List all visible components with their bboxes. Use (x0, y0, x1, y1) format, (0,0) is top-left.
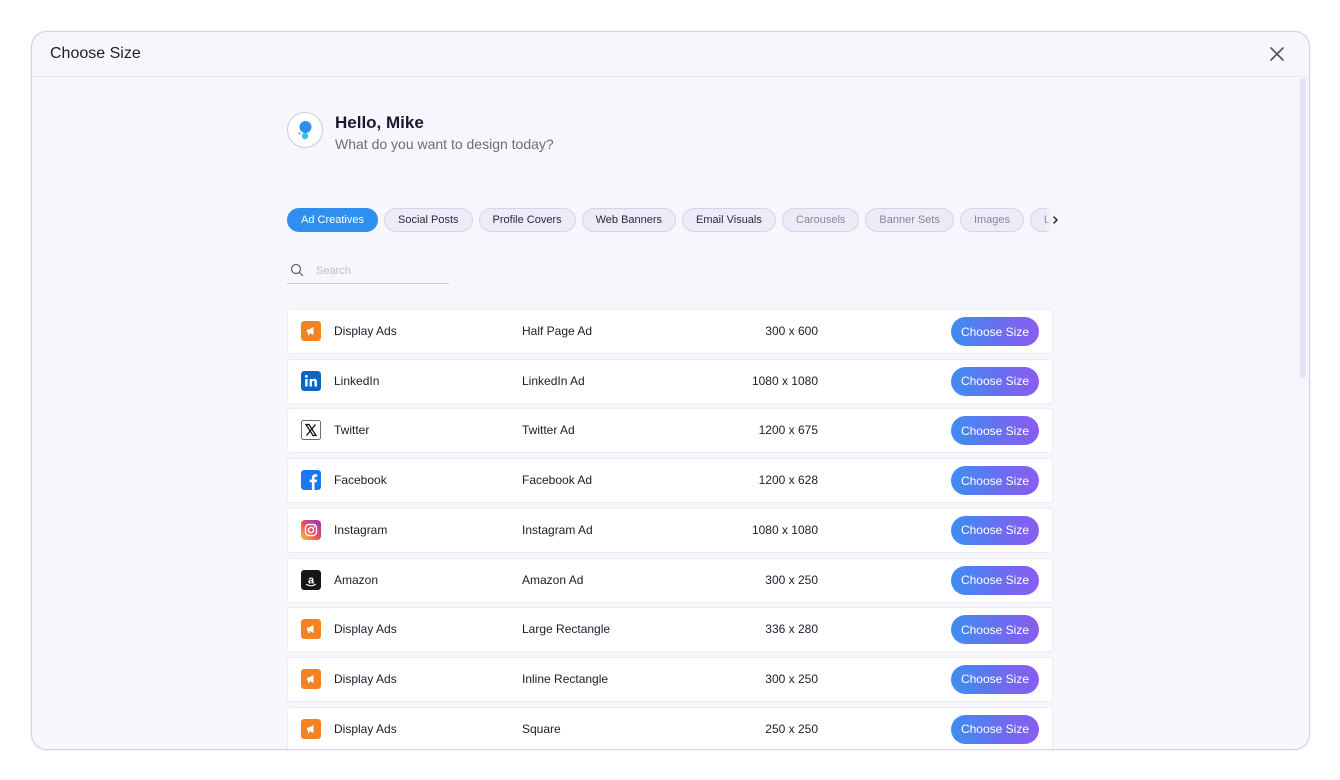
scrollbar-thumb[interactable] (1300, 78, 1306, 378)
greeting: Hello, Mike What do you want to design t… (287, 112, 787, 152)
size-row: Display Ads Square 250 x 250 Choose Size (287, 706, 1053, 749)
choose-size-button[interactable]: Choose Size (951, 466, 1039, 496)
choose-size-button[interactable]: Choose Size (951, 565, 1039, 595)
format-name: Facebook Ad (522, 473, 593, 488)
choose-size-button[interactable]: Choose Size (951, 515, 1039, 545)
tab-web-banners[interactable]: Web Banners (581, 208, 677, 232)
platform-name: Display Ads (334, 671, 397, 686)
tabs-scroll-right[interactable] (1045, 208, 1063, 232)
category-tabs: Ad Creatives Social Posts Profile Covers We… (287, 208, 1059, 232)
tab-images[interactable]: Images (959, 208, 1025, 232)
linkedin-icon (301, 370, 321, 391)
choose-size-button[interactable]: Choose Size (951, 416, 1039, 446)
search-box (287, 259, 449, 284)
size-row: Instagram Instagram Ad 1080 x 1080 Choose S… (287, 507, 1053, 553)
amazon-icon: a (301, 569, 321, 590)
megaphone-icon (301, 619, 321, 640)
tab-ad-creatives[interactable]: Ad Creatives (287, 208, 378, 232)
platform-name: Display Ads (334, 721, 397, 736)
format-name: Square (522, 721, 561, 736)
dimensions: 300 x 250 (765, 572, 818, 587)
choose-size-button[interactable]: Choose Size (951, 317, 1039, 346)
dimensions: 1200 x 675 (758, 423, 818, 438)
format-name: Large Rectangle (522, 622, 611, 637)
size-row: Twitter Twitter Ad 1200 x 675 Choose Size (287, 408, 1053, 454)
facebook-icon (301, 470, 321, 491)
platform-name: Facebook (334, 473, 387, 488)
search-input[interactable] (314, 261, 448, 281)
instagram-icon (301, 519, 321, 540)
x-twitter-icon (301, 420, 321, 441)
dimensions: 1080 x 1080 (751, 373, 818, 388)
close-icon[interactable] (1267, 44, 1287, 64)
chevron-right-icon (1053, 216, 1058, 224)
scrollbar[interactable] (1300, 78, 1306, 738)
modal-header: Choose Size (32, 32, 1309, 77)
size-row: Display Ads Inline Rectangle 300 x 250 Choo… (287, 656, 1053, 702)
avatar (287, 112, 323, 148)
format-name: Half Page Ad (522, 324, 593, 338)
megaphone-icon (301, 668, 321, 689)
assistant-logo-icon (298, 121, 312, 140)
platform-name: Display Ads (334, 622, 397, 637)
tab-profile-covers[interactable]: Profile Covers (478, 208, 576, 232)
format-name: LinkedIn Ad (522, 373, 585, 388)
tab-social-posts[interactable]: Social Posts (383, 208, 473, 232)
greeting-title: Hello, Mike (335, 113, 424, 132)
tab-banner-sets[interactable]: Banner Sets (865, 208, 954, 232)
dimensions: 1080 x 1080 (751, 522, 818, 537)
dimensions: 300 x 250 (765, 671, 818, 686)
choose-size-button[interactable]: Choose Size (951, 615, 1039, 645)
size-row: a Amazon Amazon Ad 300 x 250 Choose Size (287, 557, 1053, 603)
dimensions: 1200 x 628 (758, 473, 818, 488)
megaphone-icon (301, 718, 321, 739)
size-row: LinkedIn LinkedIn Ad 1080 x 1080 Choose Siz… (287, 358, 1053, 404)
platform-name: Twitter (334, 423, 370, 438)
size-row: Facebook Facebook Ad 1200 x 628 Choose Size (287, 458, 1053, 504)
search-icon (290, 263, 304, 282)
platform-name: Instagram (334, 522, 388, 537)
size-row: Display Ads Large Rectangle 336 x 280 Choos… (287, 607, 1053, 653)
platform-name: LinkedIn (334, 373, 380, 388)
modal-title: Choose Size (50, 45, 141, 62)
choose-size-button[interactable]: Choose Size (951, 714, 1039, 744)
choose-size-modal: Choose Size Hello, Mike What do you want… (31, 31, 1310, 750)
format-name: Amazon Ad (522, 572, 584, 587)
dimensions: 300 x 600 (765, 324, 818, 338)
size-row: Display Ads Half Page Ad 300 x 600 Choose S… (287, 309, 1053, 354)
format-name: Inline Rectangle (522, 671, 609, 686)
tab-carousels[interactable]: Carousels (781, 208, 860, 232)
format-name: Instagram Ad (522, 522, 593, 537)
tab-email-visuals[interactable]: Email Visuals (682, 208, 776, 232)
format-name: Twitter Ad (522, 423, 575, 438)
platform-name: Display Ads (334, 324, 397, 338)
megaphone-icon (301, 321, 321, 341)
dimensions: 250 x 250 (765, 721, 818, 736)
dimensions: 336 x 280 (765, 622, 818, 637)
choose-size-button[interactable]: Choose Size (951, 366, 1039, 396)
greeting-subtitle: What do you want to design today? (335, 136, 554, 152)
platform-name: Amazon (334, 572, 379, 587)
choose-size-button[interactable]: Choose Size (951, 664, 1039, 694)
